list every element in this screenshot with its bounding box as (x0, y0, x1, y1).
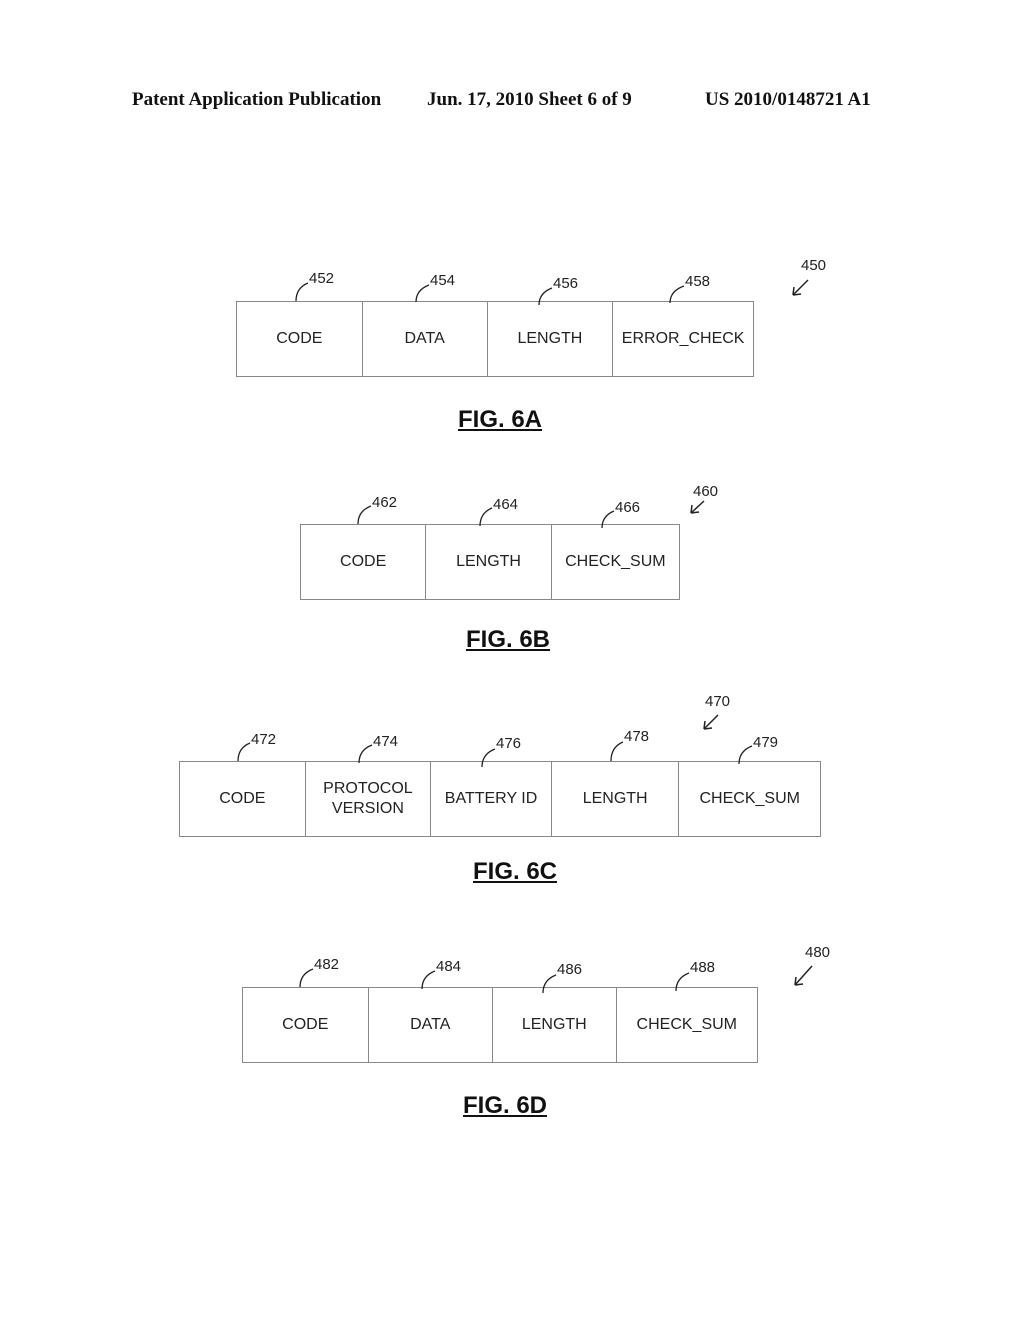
leader-line (237, 742, 251, 762)
arrow-icon (690, 500, 705, 514)
arrow-icon (703, 714, 719, 730)
leader-line (421, 970, 436, 990)
leader-line (358, 744, 373, 764)
leader-line (675, 972, 690, 992)
leader-line (601, 510, 615, 529)
leader-line (357, 505, 372, 525)
leader-line (738, 745, 753, 765)
leader-line (299, 968, 314, 988)
leader-line (481, 748, 496, 768)
leader-lines-overlay (237, 279, 813, 994)
leader-line (669, 285, 685, 304)
leader-line (542, 974, 557, 994)
leader-line (610, 741, 624, 762)
leader-line (415, 284, 430, 303)
arrow-icon (792, 279, 809, 296)
leader-line (479, 507, 493, 527)
arrow-icon (794, 965, 813, 986)
leader-line (538, 287, 553, 306)
leader-line (295, 282, 309, 302)
